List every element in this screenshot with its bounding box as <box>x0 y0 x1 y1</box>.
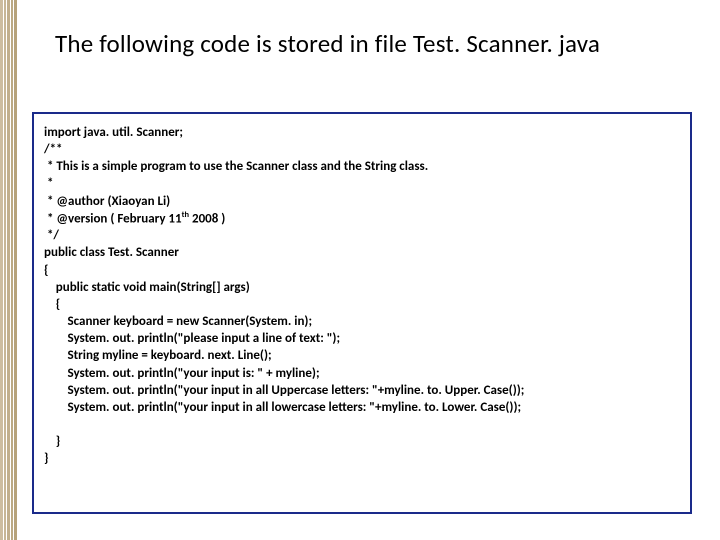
slide: The following code is stored in file Tes… <box>0 0 720 540</box>
code-line: String myline = keyboard. next. Line(); <box>44 348 272 363</box>
code-line: System. out. println("please input a lin… <box>44 331 340 346</box>
code-line: * <box>44 176 53 191</box>
ordinal-suffix: th <box>182 210 189 220</box>
code-line: } <box>44 434 60 449</box>
code-line: * This is a simple program to use the Sc… <box>44 159 428 174</box>
code-line: } <box>44 451 48 466</box>
code-line-part: * @version ( February 11 <box>44 211 182 226</box>
slide-title: The following code is stored in file Tes… <box>55 28 690 59</box>
code-line: { <box>44 297 60 312</box>
left-accent-stripes <box>0 0 18 540</box>
code-line: System. out. println("your input in all … <box>44 383 524 398</box>
code-line-part: 2008 ) <box>189 211 225 226</box>
code-line: public class Test. Scanner <box>44 245 179 260</box>
code-line: Scanner keyboard = new Scanner(System. i… <box>44 314 312 329</box>
code-box: import java. util. Scanner; /** * This i… <box>32 112 692 514</box>
code-line: /** <box>44 142 63 157</box>
code-line: System. out. println("your input in all … <box>44 400 521 415</box>
code-line: { <box>44 263 48 278</box>
code-line: */ <box>44 228 59 243</box>
code-line: public static void main(String[] args) <box>44 280 250 295</box>
code-line: System. out. println("your input is: " +… <box>44 366 320 381</box>
code-line: * @author (Xiaoyan Li) <box>44 194 170 209</box>
code-line: import java. util. Scanner; <box>44 125 183 140</box>
